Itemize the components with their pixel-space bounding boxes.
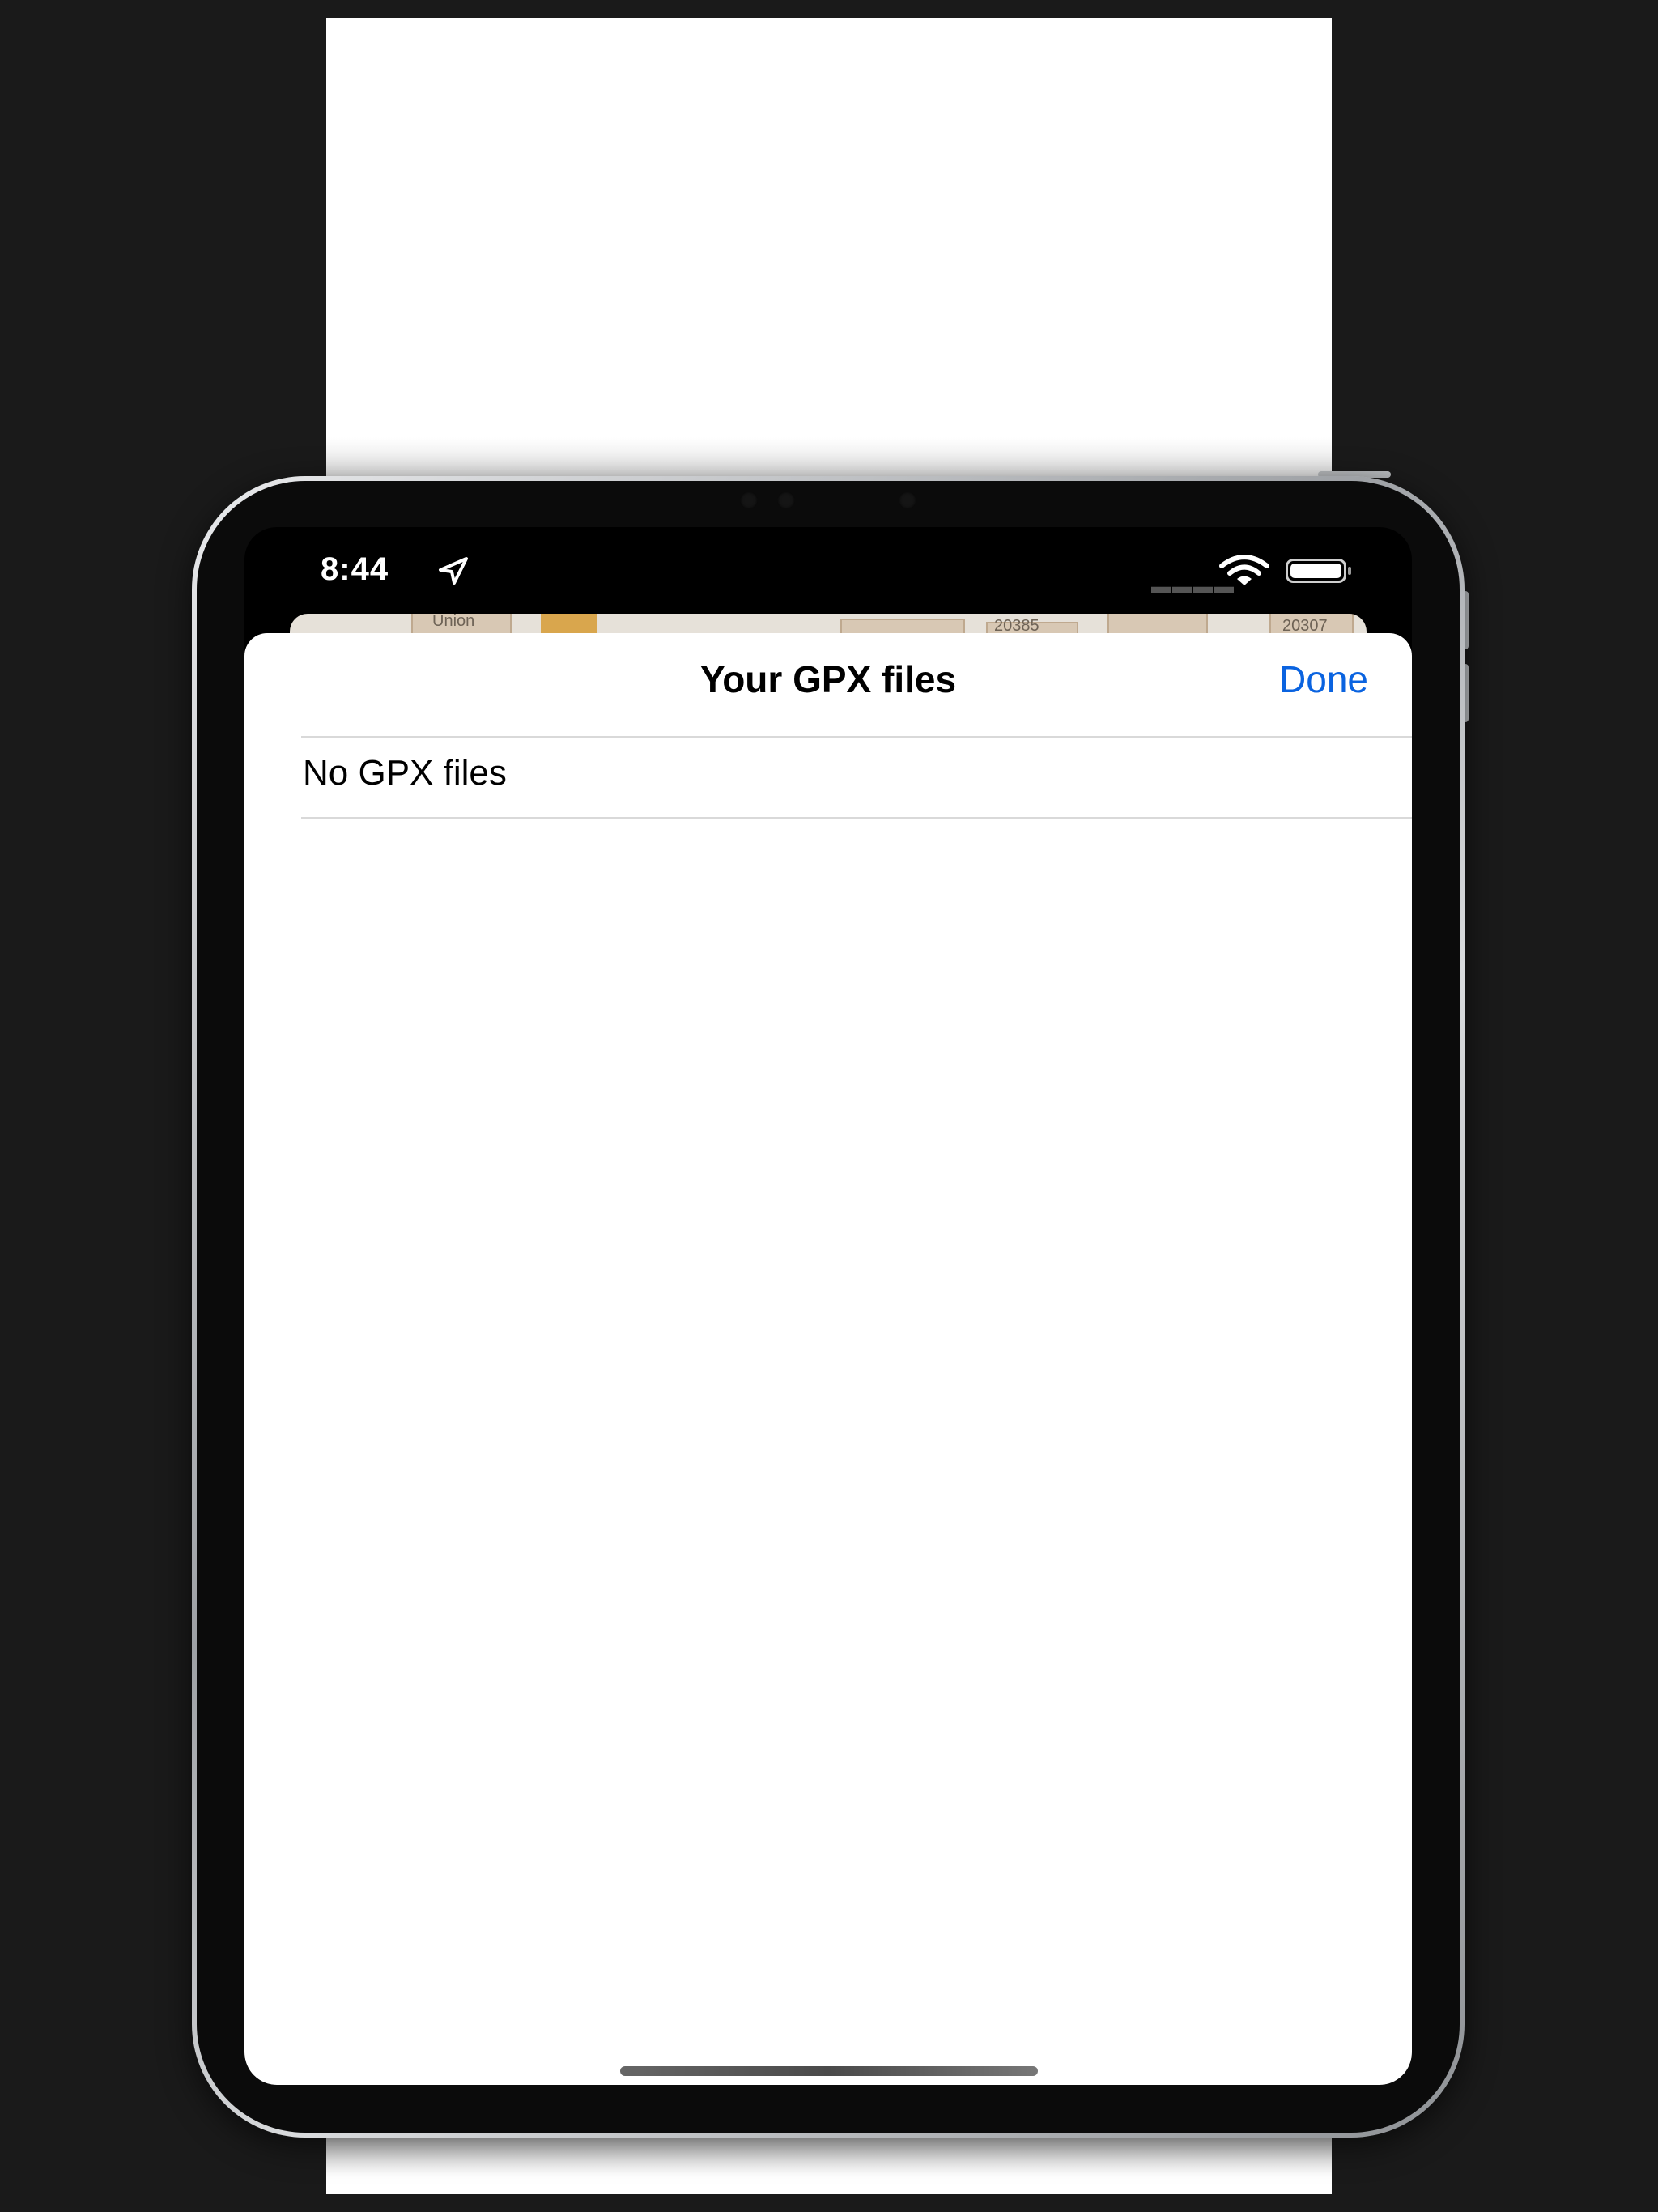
device-screen: 8:44 ▬▬▬▬ Union 20385 20307 Your GPX fil… (244, 527, 1412, 2085)
row-divider (301, 817, 1412, 819)
gpx-files-sheet: Your GPX files Done No GPX files (244, 633, 1412, 2085)
map-label: Union (432, 614, 475, 630)
wifi-icon (1219, 555, 1269, 585)
sheet-header: Your GPX files Done (244, 633, 1412, 737)
sensor-icon (899, 491, 916, 509)
battery-icon (1286, 559, 1351, 583)
status-bar: 8:44 ▬▬▬▬ (244, 527, 1412, 616)
location-arrow-icon (439, 557, 468, 585)
sensor-icon (740, 491, 758, 509)
sheet-title: Your GPX files (699, 658, 957, 700)
status-time: 8:44 (321, 551, 389, 587)
done-button[interactable]: Done (1279, 657, 1368, 701)
home-indicator[interactable] (620, 2066, 1038, 2076)
camera-icon (777, 491, 795, 509)
header-divider (301, 736, 1412, 738)
empty-list-message: No GPX files (303, 753, 507, 793)
page-shadow-bottom (326, 2134, 1332, 2194)
